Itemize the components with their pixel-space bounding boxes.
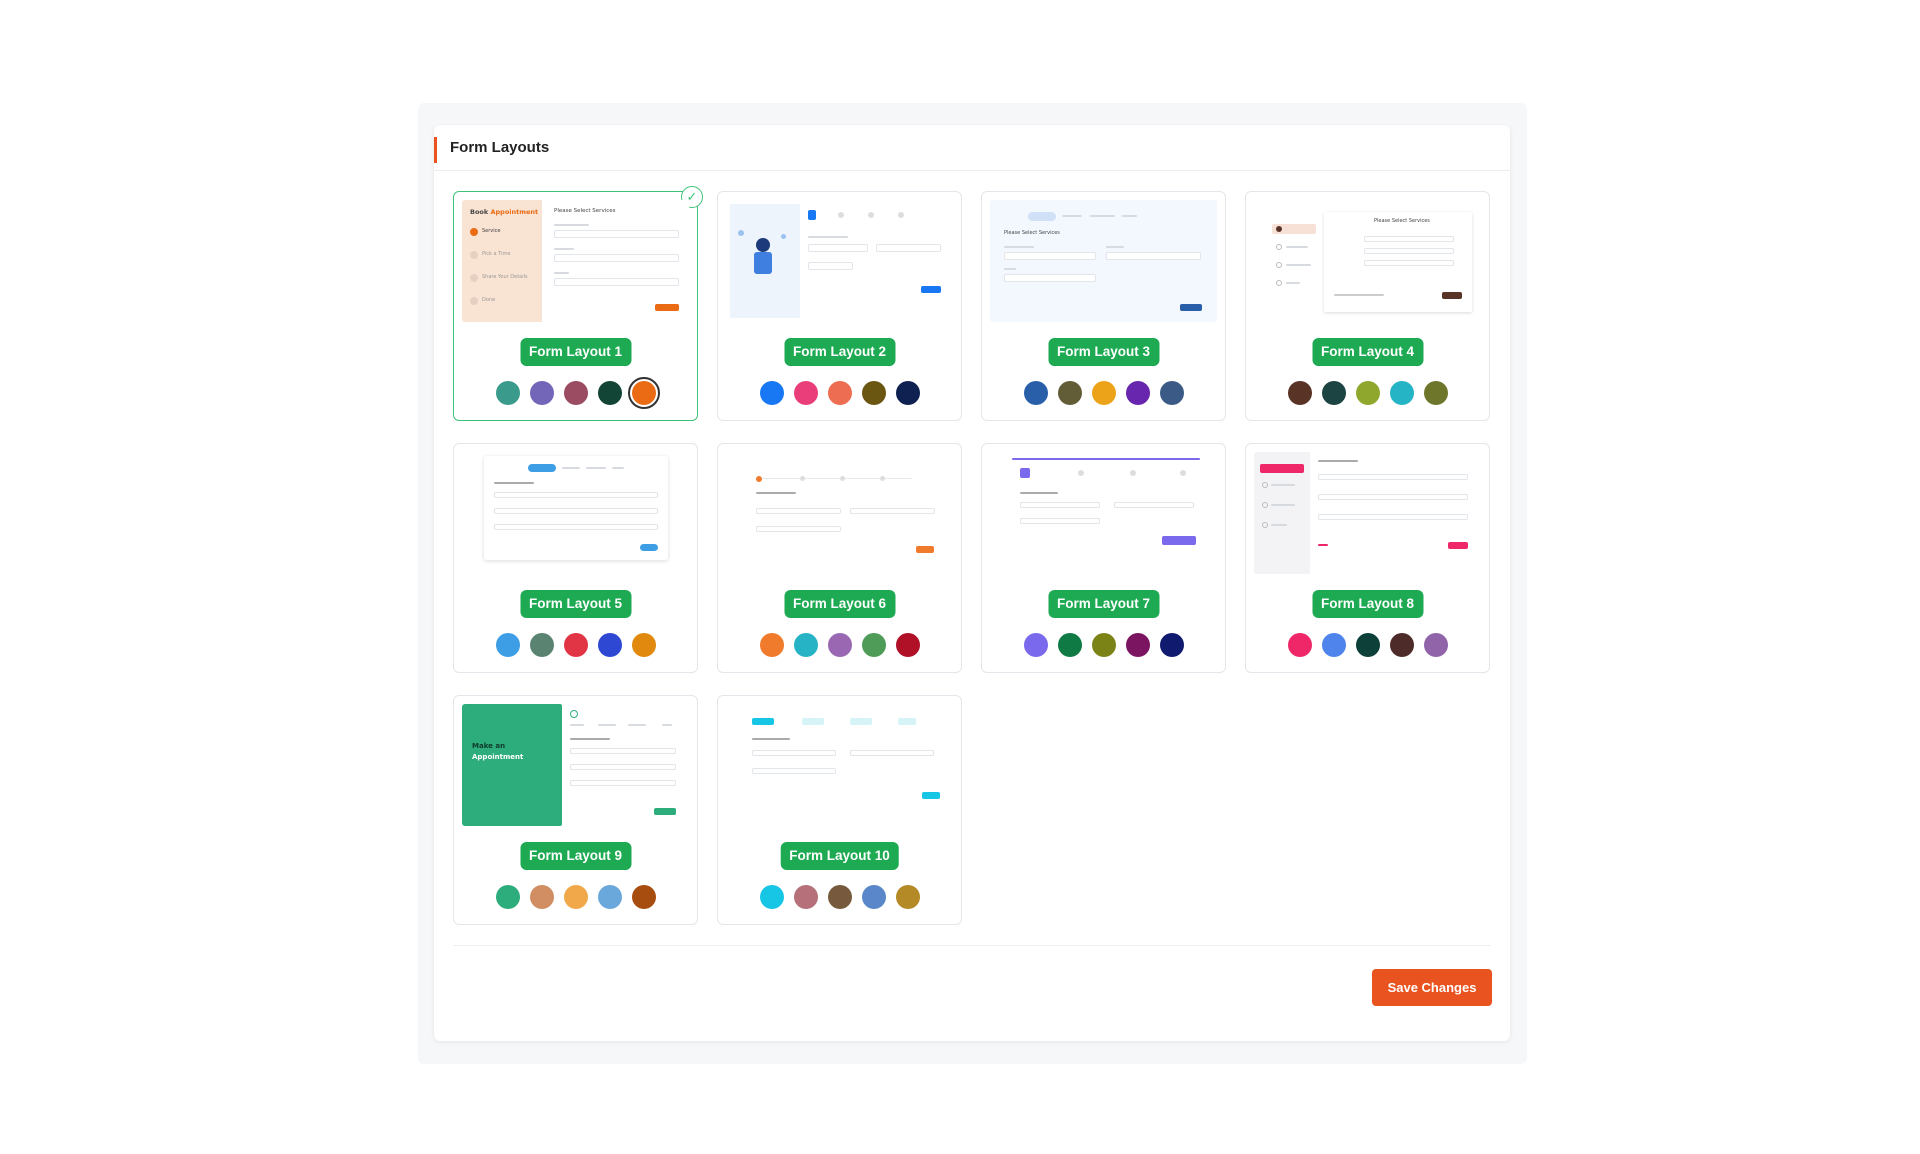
layout-card-7[interactable]: Form Layout 7 — [981, 443, 1226, 673]
color-swatches-1 — [454, 377, 697, 409]
color-swatch[interactable] — [827, 633, 852, 657]
form-layouts-panel: Form Layouts ✓ Book Appointment Service … — [434, 125, 1510, 1041]
color-swatch[interactable] — [1091, 381, 1116, 405]
layout-label-6: Form Layout 6 — [783, 590, 896, 618]
layout-label-5: Form Layout 5 — [519, 590, 632, 618]
color-swatch[interactable] — [827, 381, 852, 405]
color-swatch[interactable] — [563, 381, 588, 405]
layout-preview-7[interactable] — [990, 452, 1217, 574]
color-swatch[interactable] — [1389, 633, 1414, 657]
footer-divider — [453, 945, 1491, 946]
color-swatch[interactable] — [793, 381, 818, 405]
color-swatch[interactable] — [1389, 381, 1414, 405]
color-swatch[interactable] — [759, 885, 784, 909]
color-swatch[interactable] — [495, 633, 520, 657]
color-swatch[interactable] — [529, 633, 554, 657]
layout-card-1[interactable]: ✓ Book Appointment Service Pick a Time S… — [453, 186, 703, 421]
color-swatches-9 — [454, 885, 697, 911]
layout-card-9[interactable]: Make an Appointment Form Layout 9 — [453, 695, 698, 925]
color-swatch[interactable] — [1287, 381, 1312, 405]
layout-preview-9[interactable]: Make an Appointment — [462, 704, 689, 826]
color-swatch[interactable] — [895, 633, 920, 657]
color-swatch[interactable] — [793, 885, 818, 909]
color-swatch[interactable] — [563, 633, 588, 657]
color-swatches-3 — [982, 381, 1225, 407]
color-swatch[interactable] — [1423, 633, 1448, 657]
color-swatches-2 — [718, 381, 961, 407]
color-swatch[interactable] — [1321, 633, 1346, 657]
color-swatch[interactable] — [1125, 633, 1150, 657]
color-swatch[interactable] — [1159, 633, 1184, 657]
color-swatch[interactable] — [1023, 381, 1048, 405]
color-swatch[interactable] — [759, 633, 784, 657]
color-swatches-5 — [454, 633, 697, 659]
color-swatch[interactable] — [895, 885, 920, 909]
color-swatch[interactable] — [895, 381, 920, 405]
save-changes-button[interactable]: Save Changes — [1372, 969, 1492, 1006]
color-swatch[interactable] — [1023, 633, 1048, 657]
color-swatch[interactable] — [597, 885, 622, 909]
color-swatch[interactable] — [861, 381, 886, 405]
color-swatch[interactable] — [529, 381, 554, 405]
panel-header: Form Layouts — [434, 125, 1510, 171]
color-swatch[interactable] — [759, 381, 784, 405]
color-swatch[interactable] — [861, 885, 886, 909]
layout-card-3[interactable]: Please Select Services Form Layout 3 — [981, 191, 1226, 421]
color-swatch[interactable] — [1355, 633, 1380, 657]
color-swatches-10 — [718, 885, 961, 911]
color-swatch[interactable] — [1423, 381, 1448, 405]
layouts-grid: ✓ Book Appointment Service Pick a Time S… — [453, 186, 1491, 925]
layout-preview-10[interactable] — [726, 704, 953, 826]
color-swatch[interactable] — [793, 633, 818, 657]
layout-preview-4[interactable]: Please Select Services — [1254, 200, 1481, 322]
layout-label-1: Form Layout 1 — [519, 338, 632, 366]
color-swatch-selected[interactable] — [627, 377, 660, 409]
layout-card-4[interactable]: Please Select Services Form Layout 4 — [1245, 191, 1490, 421]
color-swatches-4 — [1246, 381, 1489, 407]
layout-card-5[interactable]: Form Layout 5 — [453, 443, 698, 673]
color-swatch[interactable] — [563, 885, 588, 909]
header-accent-bar — [434, 137, 437, 163]
layout-preview-1[interactable]: Book Appointment Service Pick a Time Sha… — [462, 200, 689, 322]
layout-preview-5[interactable] — [462, 452, 689, 574]
color-swatch[interactable] — [1057, 633, 1082, 657]
color-swatch[interactable] — [1321, 381, 1346, 405]
layout-preview-6[interactable] — [726, 452, 953, 574]
color-swatch[interactable] — [597, 633, 622, 657]
layout-label-7: Form Layout 7 — [1047, 590, 1160, 618]
layout-label-9: Form Layout 9 — [519, 842, 632, 870]
color-swatch[interactable] — [1287, 633, 1312, 657]
color-swatch[interactable] — [1159, 381, 1184, 405]
color-swatch[interactable] — [631, 885, 656, 909]
layout-label-8: Form Layout 8 — [1311, 590, 1424, 618]
color-swatches-7 — [982, 633, 1225, 659]
color-swatch[interactable] — [827, 885, 852, 909]
color-swatch[interactable] — [1091, 633, 1116, 657]
color-swatch[interactable] — [597, 381, 622, 405]
color-swatch[interactable] — [861, 633, 886, 657]
layout-label-2: Form Layout 2 — [783, 338, 896, 366]
panel-title: Form Layouts — [450, 139, 550, 156]
layout-label-4: Form Layout 4 — [1311, 338, 1424, 366]
layout-preview-2[interactable] — [726, 200, 953, 322]
layout-card-2[interactable]: Form Layout 2 — [717, 191, 962, 421]
layout-preview-8[interactable] — [1254, 452, 1481, 574]
color-swatch[interactable] — [1355, 381, 1380, 405]
layout-preview-3[interactable]: Please Select Services — [990, 200, 1217, 322]
color-swatch[interactable] — [631, 633, 656, 657]
layout-label-10: Form Layout 10 — [780, 842, 899, 870]
color-swatch[interactable] — [1057, 381, 1082, 405]
color-swatches-6 — [718, 633, 961, 659]
layout-label-3: Form Layout 3 — [1047, 338, 1160, 366]
color-swatches-8 — [1246, 633, 1489, 659]
layout-card-8[interactable]: Form Layout 8 — [1245, 443, 1490, 673]
layout-card-6[interactable]: Form Layout 6 — [717, 443, 962, 673]
layout-card-10[interactable]: Form Layout 10 — [717, 695, 962, 925]
color-swatch[interactable] — [495, 885, 520, 909]
color-swatch[interactable] — [495, 381, 520, 405]
color-swatch[interactable] — [529, 885, 554, 909]
color-swatch[interactable] — [1125, 381, 1150, 405]
